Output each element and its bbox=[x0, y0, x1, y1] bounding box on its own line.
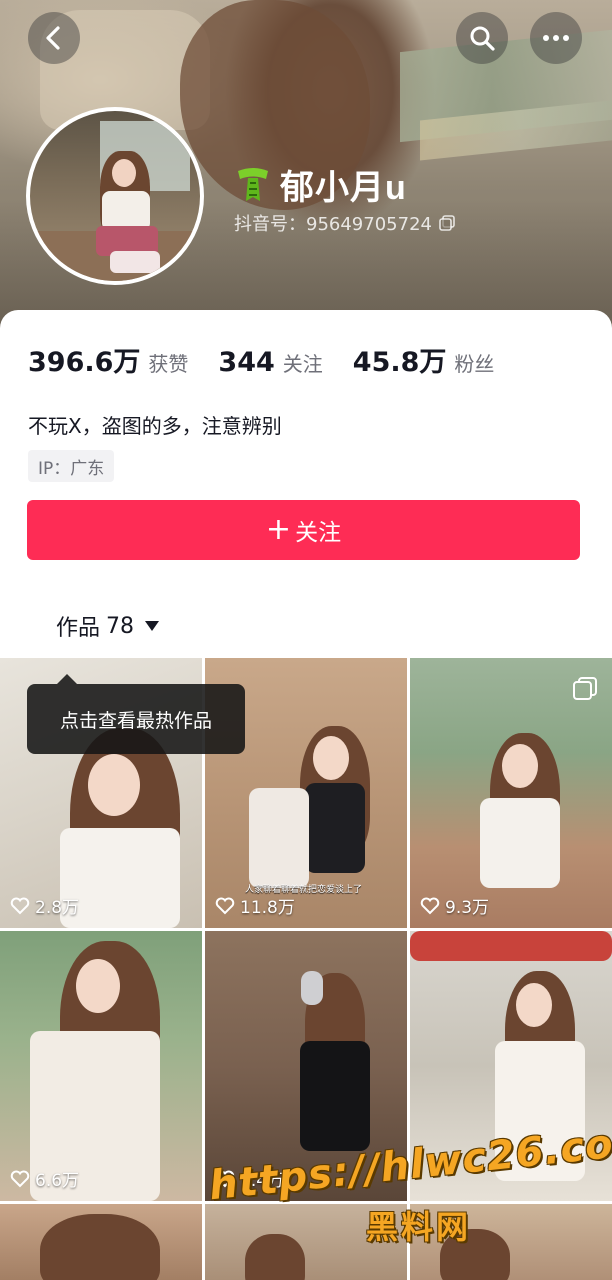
tab-works[interactable]: 作品 78 bbox=[56, 610, 160, 642]
search-icon bbox=[470, 26, 495, 51]
ip-location-tag: IP：广东 bbox=[28, 450, 115, 482]
plus-icon: + bbox=[265, 512, 292, 547]
tile-figure-legs bbox=[249, 788, 309, 888]
watermark-site: 黑料网 bbox=[366, 1208, 472, 1246]
profile-bio: 不玩X，盗图的多，注意辨别 bbox=[28, 414, 282, 438]
heart-icon bbox=[10, 1170, 30, 1187]
work-tile-3[interactable]: 9.3万 bbox=[410, 658, 612, 928]
tile-figure-face bbox=[516, 983, 552, 1027]
avatar[interactable] bbox=[26, 107, 204, 285]
tile-figure-face bbox=[502, 744, 538, 788]
stat-following[interactable]: 344 关注 bbox=[218, 347, 322, 378]
tile-phone bbox=[301, 971, 323, 1005]
tile-figure-face bbox=[88, 754, 140, 816]
caret-down-icon[interactable] bbox=[144, 620, 160, 632]
more-button[interactable] bbox=[530, 12, 582, 64]
work-tile-4[interactable]: 6.6万 bbox=[0, 931, 202, 1201]
work-likes: 9.3万 bbox=[420, 893, 489, 918]
heart-icon bbox=[420, 897, 440, 914]
avatar-figure-face bbox=[112, 159, 136, 187]
multi-image-icon bbox=[573, 677, 597, 700]
stat-followers-value: 45.8万 bbox=[352, 347, 447, 378]
avatar-figure-legs bbox=[110, 251, 160, 273]
profile-name-row: 郁小月u bbox=[234, 160, 407, 209]
stat-following-label: 关注 bbox=[282, 352, 323, 376]
tile-figure-hair bbox=[245, 1234, 305, 1280]
work-likes-count: 2.8万 bbox=[35, 898, 80, 918]
work-likes: 11.8万 bbox=[215, 893, 295, 918]
tile-figure-face bbox=[76, 959, 120, 1013]
back-button[interactable] bbox=[28, 12, 80, 64]
chevron-left-icon bbox=[46, 26, 60, 50]
work-likes: 6.6万 bbox=[10, 1166, 79, 1191]
stat-likes-value: 396.6万 bbox=[28, 347, 141, 378]
work-likes-count: 9.3万 bbox=[445, 898, 490, 918]
work-likes-count: 11.8万 bbox=[240, 898, 295, 918]
green-scarf-badge-icon bbox=[238, 167, 268, 201]
stat-likes[interactable]: 396.6万 获赞 bbox=[28, 340, 188, 379]
more-dots-icon bbox=[543, 35, 569, 41]
tile-figure-body bbox=[480, 798, 560, 888]
heart-icon bbox=[10, 897, 30, 914]
work-likes-count: 6.6万 bbox=[35, 1171, 80, 1191]
tab-works-count: 78 bbox=[106, 613, 135, 639]
tile-figure-face bbox=[313, 736, 349, 780]
work-likes: 2.8万 bbox=[10, 893, 79, 918]
search-button[interactable] bbox=[456, 12, 508, 64]
tile-awning bbox=[410, 931, 612, 961]
douyin-id-row[interactable]: 抖音号：95649705724 bbox=[234, 210, 456, 236]
douyin-id: 抖音号：95649705724 bbox=[234, 214, 432, 235]
copy-icon[interactable] bbox=[438, 214, 456, 232]
tab-works-label: 作品 bbox=[56, 616, 101, 641]
stat-followers[interactable]: 45.8万 粉丝 bbox=[353, 340, 495, 379]
heart-icon bbox=[215, 897, 235, 914]
hot-works-tooltip[interactable]: 点击查看最热作品 bbox=[27, 674, 245, 754]
work-tile-7[interactable] bbox=[0, 1204, 202, 1280]
tile-figure-body bbox=[305, 783, 365, 873]
stat-following-value: 344 bbox=[218, 347, 275, 378]
follow-button-label: 关注 bbox=[295, 520, 342, 546]
follow-button[interactable]: + 关注 bbox=[27, 500, 580, 560]
tile-figure-body bbox=[300, 1041, 370, 1151]
stat-likes-label: 获赞 bbox=[148, 352, 189, 376]
profile-name: 郁小月u bbox=[280, 169, 407, 207]
tile-figure-hair bbox=[40, 1214, 160, 1280]
stat-followers-label: 粉丝 bbox=[454, 352, 495, 376]
stats-row: 396.6万 获赞 344 关注 45.8万 粉丝 bbox=[28, 340, 524, 379]
avatar-figure-shirt bbox=[102, 191, 150, 231]
